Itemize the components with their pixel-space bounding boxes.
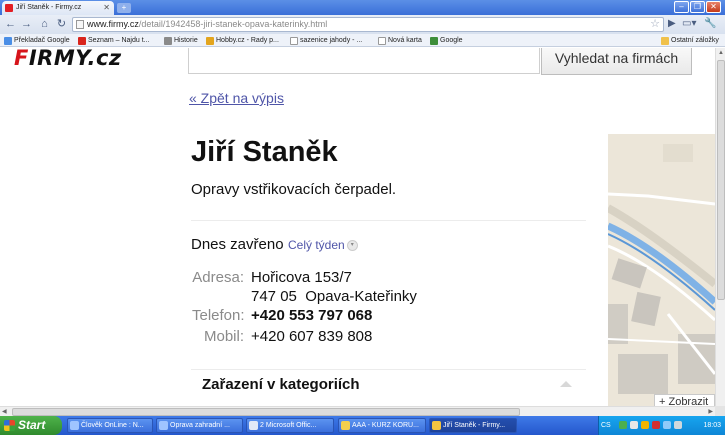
bookmarks-bar: Překladač Google Seznam – Najdu t... His… [0, 34, 725, 47]
other-bookmarks[interactable]: Ostatní záložky [661, 34, 719, 47]
folder-icon [661, 36, 669, 45]
address-label: Adresa: [192, 269, 244, 286]
chevron-down-icon: ▾ [346, 240, 358, 252]
office-icon [249, 421, 258, 430]
divider [191, 220, 586, 221]
address-line2: 747 05 Opava-Kateřinky [251, 288, 417, 305]
tray-icon[interactable] [641, 421, 649, 429]
phone-label: Telefon: [192, 307, 245, 324]
windows-logo-icon [4, 420, 15, 431]
play-icon[interactable]: ▶ [668, 18, 676, 29]
search-input[interactable] [188, 48, 540, 74]
firmy-favicon-icon [5, 4, 13, 12]
firmy-logo[interactable]: FIRMY.cz [14, 48, 122, 70]
map-zoom-button[interactable]: + Zobrazit [654, 394, 715, 406]
close-window-button[interactable]: ✕ [706, 1, 721, 13]
chrome-icon [432, 421, 441, 430]
taskbar-item[interactable]: Oprava zahradní ... [156, 418, 243, 433]
scroll-up-icon[interactable]: ▲ [716, 48, 725, 58]
back-arrow-icon[interactable]: ← [4, 18, 17, 31]
phone-number[interactable]: +420 553 797 068 [251, 307, 372, 324]
tab-close-icon[interactable]: ✕ [103, 1, 110, 15]
volume-icon[interactable] [674, 421, 682, 429]
taskbar: Start Člověk OnLine : N... Oprava zahrad… [0, 416, 725, 435]
page-content: FIRMY.cz Vyhledat na firmách « Zpět na v… [0, 48, 715, 406]
google-icon [430, 36, 438, 45]
page-icon [290, 36, 298, 45]
ie-icon [70, 421, 79, 430]
taskbar-item[interactable]: AAA - KURZ KORU... [338, 418, 426, 433]
folder-icon [341, 421, 350, 430]
map-graphic [608, 134, 715, 406]
translate-icon [4, 36, 12, 45]
history-icon [164, 36, 172, 45]
page-icon [76, 20, 84, 29]
horizontal-scrollbar[interactable]: ◀ ▶ [0, 406, 715, 416]
divider [191, 369, 586, 370]
clock[interactable]: 18:03 [703, 416, 721, 435]
start-button[interactable]: Start [0, 416, 62, 435]
whole-week-dropdown[interactable]: Celý týden ▾ [288, 238, 358, 252]
company-description: Opravy vstřikovacích čerpadel. [191, 181, 397, 198]
bookmark-item[interactable]: Google [430, 34, 463, 47]
scroll-thumb[interactable] [12, 408, 520, 416]
scroll-thumb[interactable] [717, 60, 725, 300]
tray-icon[interactable] [630, 421, 638, 429]
address-bar[interactable]: www.firmy.cz/detail/1942458-jiri-stanek-… [72, 17, 664, 32]
browser-toolbar: ← → ⌂ ↻ www.firmy.cz/detail/1942458-jiri… [0, 15, 725, 34]
tray-icon[interactable] [663, 421, 671, 429]
taskbar-item[interactable]: Člověk OnLine : N... [67, 418, 153, 433]
categories-heading[interactable]: Zařazení v kategoriích [202, 376, 360, 393]
tray-icon[interactable] [619, 421, 627, 429]
map-panel[interactable] [608, 134, 715, 406]
taskbar-item[interactable]: 2 Microsoft Offic... [246, 418, 334, 433]
home-icon[interactable]: ⌂ [38, 18, 51, 31]
ie-icon [159, 421, 168, 430]
wrench-icon[interactable]: 🔧 [704, 18, 716, 29]
bookmark-star-icon[interactable]: ☆ [650, 18, 660, 31]
url-host: www.firmy.cz [87, 19, 139, 29]
mobile-number[interactable]: +420 607 839 808 [251, 328, 372, 345]
page-menu-icon[interactable]: ▭▾ [682, 18, 696, 29]
tab-title: Jiří Staněk - Firmy.cz [16, 4, 82, 11]
search-button[interactable]: Vyhledat na firmách [541, 48, 692, 75]
taskbar-item-active[interactable]: Jiří Staněk - Firmy... [429, 418, 517, 433]
tray-icon[interactable] [652, 421, 660, 429]
hobby-icon [206, 36, 214, 45]
address-line1: Hořicova 153/7 [251, 269, 352, 286]
forward-arrow-icon[interactable]: → [20, 18, 33, 31]
reload-icon[interactable]: ↻ [55, 18, 68, 31]
new-tab-button[interactable]: + [117, 3, 131, 13]
opening-status: Dnes zavřeno [191, 236, 284, 253]
bookmark-item[interactable]: Nová karta [378, 34, 422, 47]
back-to-list-link[interactable]: « Zpět na výpis [189, 90, 284, 106]
maximize-button[interactable]: ❐ [690, 1, 705, 13]
url-path: /detail/1942458-jiri-stanek-opava-kateri… [138, 19, 328, 29]
minimize-button[interactable]: – [674, 1, 689, 13]
language-indicator[interactable]: CS [601, 416, 611, 435]
mobile-label: Mobil: [203, 328, 244, 345]
window-controls: – ❐ ✕ [674, 1, 721, 13]
bookmark-item[interactable]: sazenice jahody - ... [290, 34, 362, 47]
company-name: Jiří Staněk [191, 136, 338, 168]
bookmark-item[interactable]: Překladač Google [4, 34, 70, 47]
page-icon [378, 36, 386, 45]
bookmark-item[interactable]: Seznam – Najdu t... [78, 34, 149, 47]
bookmark-item[interactable]: Hobby.cz - Rady p... [206, 34, 279, 47]
vertical-scrollbar[interactable]: ▲ [715, 48, 725, 406]
browser-tab[interactable]: Jiří Staněk - Firmy.cz ✕ [2, 1, 114, 15]
scroll-corner [715, 406, 725, 416]
seznam-icon [78, 36, 86, 45]
collapse-arrow-icon[interactable] [560, 381, 572, 387]
system-tray: CS 18:03 [598, 416, 725, 435]
title-bar: Jiří Staněk - Firmy.cz ✕ + – ❐ ✕ [0, 0, 725, 15]
bookmark-item[interactable]: Historie [164, 34, 198, 47]
